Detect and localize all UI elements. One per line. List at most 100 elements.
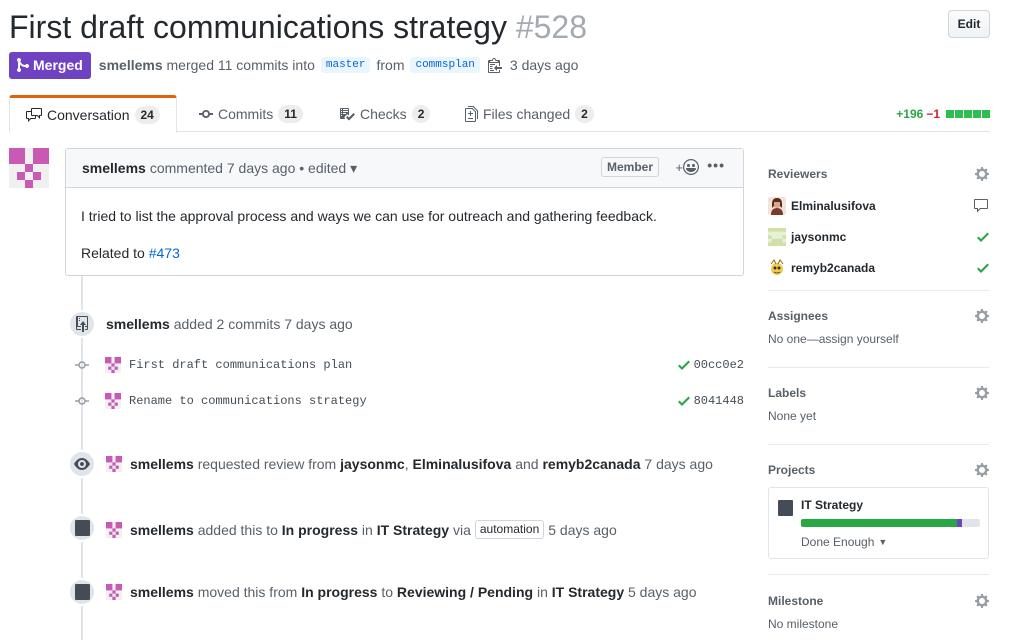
project-card[interactable]: IT Strategy Done Enough ▼ [768, 487, 989, 559]
diffstat-block [982, 110, 990, 118]
comment-author[interactable]: smellems [82, 160, 146, 176]
gear-icon[interactable] [975, 166, 989, 182]
reviewer-item[interactable]: jaysonmc [768, 221, 989, 252]
gear-icon[interactable] [975, 385, 989, 401]
comment-header: smellems commented 7 days ago • edited ▾… [66, 149, 743, 188]
event-text: requested review from [197, 456, 337, 472]
project-column-dropdown[interactable]: Done Enough ▼ [801, 535, 887, 549]
project-link[interactable]: IT Strategy [552, 584, 624, 600]
project-badge [68, 514, 96, 542]
diffstat-blocks [945, 107, 990, 121]
added-to-project-event: smellems added this to In progress in IT… [106, 520, 617, 539]
edited-dropdown[interactable]: • edited ▾ [299, 160, 357, 177]
project-name[interactable]: IT Strategy [801, 498, 863, 512]
tab-checks-label: Checks [360, 105, 407, 122]
avatar[interactable] [106, 584, 122, 600]
commit-icon [199, 109, 213, 118]
milestone-value: No milestone [768, 617, 839, 631]
assignees-heading: Assignees [768, 306, 989, 326]
reviewers-heading: Reviewers [768, 164, 989, 184]
check-icon [977, 260, 989, 279]
event-author[interactable]: smellems [130, 584, 194, 600]
merge-icon [17, 57, 29, 73]
commits-added-event: smellems added 2 commits 7 days ago [106, 316, 353, 332]
pr-tabs: Conversation 24 Commits 11 Checks 2 File… [9, 95, 990, 133]
via-text: via [452, 521, 471, 538]
reviewer-link[interactable]: jaysonmc [340, 456, 405, 472]
reviewer-item[interactable]: remyb2canada [768, 252, 989, 283]
tab-conversation-label: Conversation [47, 107, 130, 123]
more-options-button[interactable]: ••• [707, 157, 725, 173]
commit-sha-text: 8041448 [693, 394, 744, 408]
assignees-section: Assignees No one—assign yourself [768, 306, 989, 368]
comment-body: I tried to list the approval process and… [66, 188, 743, 298]
tab-files-count: 2 [575, 104, 594, 123]
head-branch[interactable]: commsplan [410, 57, 480, 73]
projects-section: Projects IT Strategy Done Enough ▼ [768, 460, 989, 575]
event-author[interactable]: smellems [130, 456, 194, 472]
tab-files-label: Files changed [483, 105, 571, 122]
reviewer-name: jaysonmc [791, 229, 847, 244]
gear-icon[interactable] [975, 462, 989, 478]
diffstat-block [973, 110, 981, 118]
merger-link[interactable]: smellems [99, 57, 163, 73]
gear-icon[interactable] [975, 308, 989, 324]
labels-title: Labels [768, 386, 807, 400]
merged-time: 3 days ago [509, 57, 579, 73]
file-diff-icon [465, 105, 478, 122]
tab-checks[interactable]: Checks 2 [323, 95, 446, 132]
event-author[interactable]: smellems [106, 316, 170, 332]
diffstat-block [964, 110, 972, 118]
event-time[interactable]: 5 days ago [628, 584, 697, 600]
commit-sha[interactable]: 00cc0e2 [677, 357, 744, 373]
avatar [768, 196, 786, 215]
comment-action: commented [149, 160, 223, 176]
commit-message[interactable]: Rename to communications strategy [129, 394, 678, 408]
avatar[interactable] [105, 357, 121, 373]
pr-header: First draft communications strategy #528… [9, 8, 990, 48]
avatar[interactable] [9, 148, 49, 188]
repo-push-badge [68, 310, 96, 338]
conversation-icon [26, 108, 42, 122]
base-branch[interactable]: master [320, 57, 371, 73]
check-icon [977, 229, 989, 248]
related-issue-link[interactable]: #473 [149, 245, 180, 261]
comment-icon [973, 198, 989, 217]
tab-files-changed[interactable]: Files changed 2 [449, 95, 610, 132]
event-time[interactable]: 5 days ago [548, 522, 617, 538]
comment-time[interactable]: 7 days ago [227, 160, 296, 176]
commit-message[interactable]: First draft communications plan [129, 358, 678, 372]
project-column: In progress [281, 521, 359, 538]
avatar[interactable] [106, 456, 122, 472]
repo-push-icon [76, 316, 88, 332]
gear-icon[interactable] [975, 593, 989, 609]
avatar[interactable] [106, 521, 122, 538]
labels-heading: Labels [768, 383, 989, 403]
add-reaction-button[interactable]: + [675, 159, 699, 175]
edit-button[interactable]: Edit [948, 10, 990, 38]
reviewer-link[interactable]: Elminalusifova [413, 456, 512, 472]
labels-section: Labels None yet [768, 383, 989, 445]
project-link[interactable]: IT Strategy [377, 522, 449, 538]
event-time[interactable]: 7 days ago [644, 456, 713, 472]
tab-conversation[interactable]: Conversation 24 [9, 95, 177, 133]
event-author[interactable]: smellems [130, 522, 194, 538]
eye-badge [68, 450, 96, 478]
event-text: added 2 commits [173, 316, 281, 332]
reviewers-title: Reviewers [768, 167, 828, 181]
milestone-section: Milestone No milestone [768, 591, 989, 640]
avatar[interactable] [105, 393, 121, 409]
reviewer-link[interactable]: remyb2canada [542, 456, 640, 472]
diffstat-additions: +196 [896, 107, 924, 121]
smiley-icon [683, 159, 699, 175]
diffstat: +196 −1 [896, 107, 990, 121]
assignees-value[interactable]: No one—assign yourself [768, 332, 989, 346]
event-time[interactable]: 7 days ago [284, 316, 353, 332]
to-text: to [381, 584, 394, 600]
commit-sha[interactable]: 8041448 [677, 393, 744, 409]
project-progress-bar [801, 519, 980, 527]
reviewer-item[interactable]: Elminalusifova [768, 190, 989, 221]
copy-icon[interactable] [487, 57, 502, 73]
projects-title: Projects [768, 463, 816, 477]
tab-commits[interactable]: Commits 11 [183, 95, 319, 132]
